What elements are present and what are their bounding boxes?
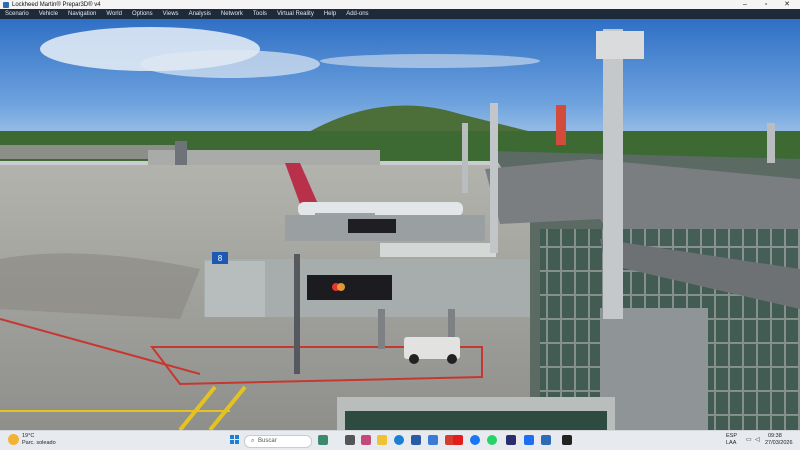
whatsapp-icon[interactable]	[487, 435, 497, 445]
edge-icon[interactable]	[394, 435, 404, 445]
menu-add-ons[interactable]: Add-ons	[341, 11, 373, 17]
youtube-icon[interactable]	[453, 435, 463, 445]
weather-icon	[8, 434, 19, 445]
menu-network[interactable]: Network	[216, 11, 248, 17]
light-mast	[767, 123, 775, 163]
menu-analysis[interactable]: Analysis	[184, 11, 216, 17]
light-mast-head	[596, 31, 644, 59]
maximize-icon[interactable]: ▫	[757, 0, 775, 9]
jetbridge-support	[294, 254, 300, 374]
sim-viewport[interactable]: 8	[0, 19, 800, 430]
menu-help[interactable]: Help	[319, 11, 341, 17]
jetbridge-ad-panel	[307, 275, 392, 300]
menu-vehicle[interactable]: Vehicle	[34, 11, 63, 17]
app-icon	[3, 1, 9, 8]
search-box[interactable]: ⌕ Buscar	[244, 435, 312, 448]
menu-tools[interactable]: Tools	[248, 11, 272, 17]
jetbridge-far-tunnel	[380, 243, 496, 257]
language-line1[interactable]: ESP	[726, 433, 737, 439]
search-icon: ⌕	[251, 438, 255, 444]
volume-icon[interactable]: ◁	[755, 436, 760, 443]
menu-views[interactable]: Views	[158, 11, 184, 17]
language-line2[interactable]: LAA	[726, 440, 736, 446]
light-mast	[462, 123, 468, 193]
menu-options[interactable]: Options	[127, 11, 158, 17]
store-icon[interactable]	[411, 435, 421, 445]
close-icon[interactable]: ✕	[778, 0, 796, 9]
menu-world[interactable]: World	[101, 11, 127, 17]
start-icon[interactable]	[230, 435, 240, 445]
file-explorer-icon[interactable]	[377, 435, 387, 445]
network-icon[interactable]: ▭	[746, 436, 752, 443]
widget-icon[interactable]	[318, 435, 328, 445]
search-placeholder: Buscar	[258, 438, 277, 444]
minimize-icon[interactable]: –	[736, 0, 754, 9]
light-mast	[490, 103, 498, 253]
menu-navigation[interactable]: Navigation	[63, 11, 101, 17]
outlook-icon[interactable]	[541, 435, 551, 445]
radio-tower	[556, 105, 566, 145]
window-title: Lockheed Martin® Prepar3D® v4	[12, 1, 101, 8]
light-mast	[603, 29, 623, 319]
app-icon[interactable]	[361, 435, 371, 445]
facebook-icon[interactable]	[470, 435, 480, 445]
terminal-column	[600, 308, 708, 430]
title-bar: Lockheed Martin® Prepar3D® v4 – ▫ ✕	[0, 0, 800, 9]
cloud	[140, 50, 320, 78]
prepar3d-icon[interactable]	[562, 435, 572, 445]
airport-scene: 8	[0, 19, 800, 430]
clock-date[interactable]: 27/03/2026	[765, 440, 793, 446]
jetbridge-ad-panel	[348, 219, 396, 233]
menu-virtual-reality[interactable]: Virtual Reality	[272, 11, 319, 17]
mail-icon[interactable]	[428, 435, 438, 445]
app-icon[interactable]	[524, 435, 534, 445]
menu-scenario[interactable]: Scenario	[0, 11, 34, 17]
task-view-icon[interactable]	[345, 435, 355, 445]
menu-bar: Scenario Vehicle Navigation World Option…	[0, 9, 800, 19]
taskbar: 19°C Parc. soleado ⌕ Buscar ESP LAA ▭ ◁ …	[0, 430, 800, 450]
app-icon[interactable]	[506, 435, 516, 445]
gate-number: 8	[218, 254, 223, 263]
weather-temp[interactable]: 19°C	[22, 433, 34, 439]
cloud	[320, 54, 540, 68]
weather-desc[interactable]: Parc. soleado	[22, 440, 56, 446]
clock-time[interactable]: 09:38	[768, 433, 782, 439]
